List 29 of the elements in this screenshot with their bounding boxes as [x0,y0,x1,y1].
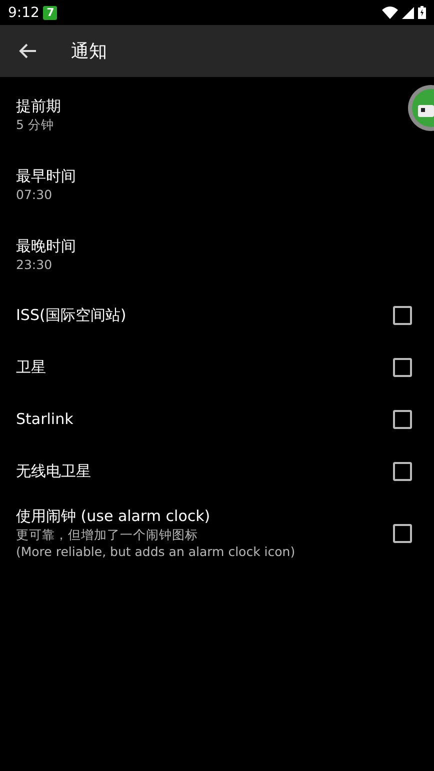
setting-value: 07:30 [16,186,54,202]
status-time: 9:12 [8,4,40,20]
setting-description: 更可靠，但增加了一个闹钟图标 [16,526,199,543]
setting-value: 5 分钟 [16,116,55,132]
setting-title: ISS(国际空间站) [16,305,126,325]
setting-title: 最早时间 [16,166,76,186]
setting-title: 使用闹钟 (use alarm clock) [16,506,212,526]
checkbox[interactable] [393,358,412,376]
battery-icon [418,6,426,19]
screen-title: 通知 [71,40,107,63]
checkbox[interactable] [393,410,412,428]
signal-icon [402,6,414,18]
setting-title: Starlink [16,409,74,429]
wifi-icon [382,6,398,20]
setting-item[interactable]: 最晚时间 23:30 [0,219,116,289]
setting-title: 提前期 [16,96,61,116]
setting-title: 卫星 [16,357,46,377]
setting-title: 最晚时间 [16,236,76,256]
setting-description: (More reliable, but adds an alarm clock icon) [16,543,296,560]
back-arrow-icon[interactable] [19,43,37,59]
setting-title: 无线电卫星 [16,461,91,481]
checkbox[interactable] [393,462,412,480]
notification-badge: 7 [43,6,58,20]
checkbox[interactable] [393,306,412,324]
floating-app-icon[interactable] [408,85,434,131]
setting-value: 23:30 [16,256,54,272]
setting-item[interactable]: 最早时间 07:30 [0,149,116,219]
checkbox[interactable] [393,524,412,542]
setting-item[interactable]: 提前期 5 分钟 [0,79,101,149]
